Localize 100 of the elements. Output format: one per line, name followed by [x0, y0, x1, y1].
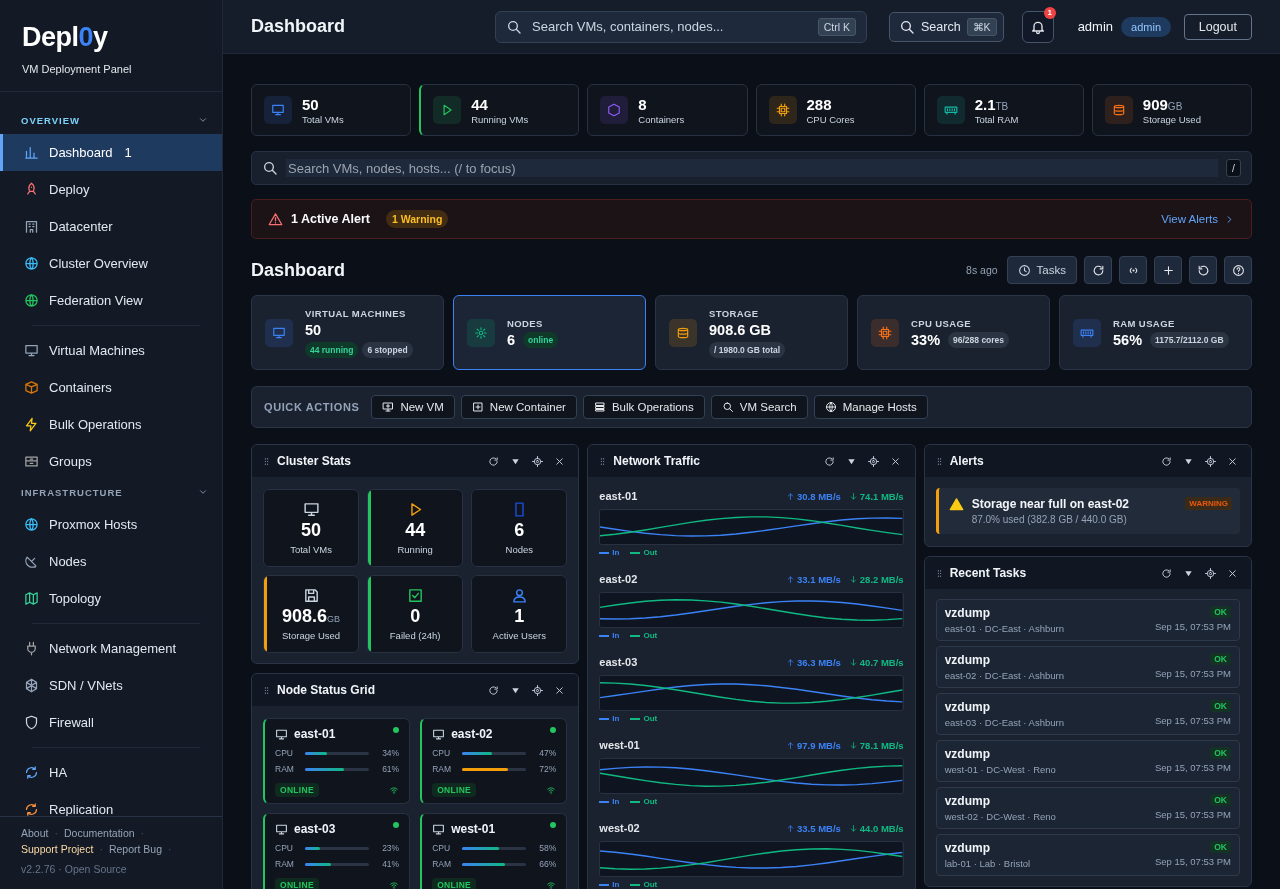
summary-card[interactable]: STORAGE 908.6 GB / 1980.0 GB total	[655, 295, 848, 370]
task-location: east-03 · DC-East · Ashburn	[944, 717, 1064, 728]
metric-label: CPU	[275, 843, 294, 853]
footer-link[interactable]: Documentation	[63, 827, 135, 839]
search-field[interactable]: Search VMs, containers, nodes... Ctrl K	[495, 10, 867, 43]
task-card[interactable]: vzdump lab-01 · Lab · Bristol OK Sep 15, 07:53 PM	[935, 834, 1240, 876]
action-button[interactable]: Manage Hosts	[813, 395, 928, 419]
tile-label: Storage Used	[282, 630, 341, 641]
tile-value: 6	[514, 520, 525, 541]
legend-label: Out	[643, 880, 658, 889]
help-button[interactable]	[1224, 256, 1252, 284]
task-card[interactable]: vzdump west-01 · DC-West · Reno OK Sep 15, 07:53 PM	[935, 740, 1240, 782]
status-badge: OK	[1210, 606, 1231, 618]
nav-item[interactable]: Virtual Machines	[0, 332, 222, 369]
tile-label: Total VMs	[290, 544, 332, 555]
task-card[interactable]: vzdump east-03 · DC-East · Ashburn OK Sep 15, 07:53 PM	[935, 693, 1240, 735]
logo: Depl0y	[22, 22, 108, 53]
bar-title: QUICK ACTIONS	[264, 401, 360, 413]
search-input[interactable]: Search VMs, containers, nodes...	[530, 18, 810, 35]
view-alerts-link[interactable]: View Alerts	[1161, 213, 1235, 225]
summary-card[interactable]: CPU USAGE 33% 96/288 cores	[857, 295, 1050, 370]
search-icon	[721, 401, 734, 413]
search-icon	[506, 18, 522, 35]
legend-label: In	[612, 548, 620, 557]
nav-item[interactable]: Deploy	[0, 171, 222, 208]
arrow-up-icon	[786, 740, 795, 750]
search-button[interactable]: Search ⌘K	[889, 11, 1004, 42]
notifications-button[interactable]: 1	[1021, 10, 1054, 43]
add-button[interactable]	[1154, 256, 1182, 284]
card-title: STORAGE	[709, 307, 760, 319]
outbound-rate: 28.2 MB/s	[848, 573, 904, 585]
metric-value: 23%	[381, 843, 400, 853]
monitor-icon	[272, 325, 286, 340]
monitor-plus-icon	[382, 401, 395, 413]
section-title: OVERVIEW	[21, 114, 81, 126]
legend-label: In	[612, 880, 620, 889]
search-field[interactable]: Search VMs, nodes, hosts... (/ to focus) /	[251, 151, 1252, 185]
broadcast-button[interactable]	[1119, 256, 1147, 284]
legend-line	[599, 800, 610, 803]
monitor-icon	[302, 501, 320, 518]
severity-badge: WARNING	[1185, 497, 1232, 510]
action-button[interactable]: VM Search	[710, 395, 808, 419]
nav-item[interactable]: Containers	[0, 369, 222, 406]
footer-link[interactable]: Report Bug	[108, 843, 162, 855]
metric-value: 34%	[381, 748, 400, 758]
nav-item[interactable]: Firewall	[0, 704, 222, 741]
action-button[interactable]: Bulk Operations	[582, 395, 705, 419]
node-name: west-01	[451, 822, 496, 836]
settings-icon	[1204, 567, 1216, 579]
rocket-icon	[24, 182, 39, 197]
inbound-rate: 97.9 MB/s	[786, 739, 841, 751]
refresh-button[interactable]	[1084, 256, 1112, 284]
status-badge: ONLINE	[275, 878, 319, 889]
nav-item[interactable]: SDN / VNets	[0, 667, 222, 704]
close-icon	[553, 684, 565, 696]
monitor-icon	[275, 727, 288, 741]
separator-dot: ·	[54, 827, 58, 839]
nav-item[interactable]: Federation View	[0, 282, 222, 319]
undo-button[interactable]	[1189, 256, 1217, 284]
outbound-rate: 78.1 MB/s	[848, 739, 904, 751]
tile-value: 1	[514, 606, 525, 627]
page-title: Dashboard	[251, 16, 347, 37]
widget-title: Alerts	[949, 454, 984, 468]
summary-card[interactable]: NODES 6 online	[453, 295, 646, 370]
logout-button[interactable]: Logout	[1183, 13, 1252, 40]
node-name: east-01	[294, 727, 336, 741]
stat-value: 2.1TB	[974, 95, 1010, 113]
arrow-up-icon	[786, 657, 795, 667]
nav-item[interactable]: HA	[0, 754, 222, 791]
refresh-icon	[1160, 567, 1172, 579]
nav-item[interactable]: Groups	[0, 443, 222, 480]
metric-label: RAM	[432, 764, 453, 774]
chip-icon	[775, 103, 790, 117]
summary-card[interactable]: RAM USAGE 56% 1175.7/2112.0 GB	[1059, 295, 1252, 370]
arrow-down-icon	[848, 740, 858, 750]
inbound-rate: 30.8 MB/s	[786, 490, 841, 502]
notification-count: 1	[1043, 6, 1056, 19]
summary-card[interactable]: VIRTUAL MACHINES 50 44 running 6 stopped	[251, 295, 444, 370]
nav-item[interactable]: Network Management	[0, 630, 222, 667]
footer-link[interactable]: About	[21, 827, 49, 839]
footer-link[interactable]: Support Project	[21, 843, 94, 855]
nav-item[interactable]: Nodes	[0, 543, 222, 580]
action-button[interactable]: New VM	[371, 395, 455, 419]
task-card[interactable]: vzdump west-02 · DC-West · Reno OK Sep 15, 07:53 PM	[935, 787, 1240, 829]
search-input[interactable]: Search VMs, nodes, hosts... (/ to focus)	[286, 159, 1219, 177]
widget-title: Node Status Grid	[277, 683, 375, 697]
task-card[interactable]: vzdump east-01 · DC-East · Ashburn OK Sep 15, 07:53 PM	[935, 599, 1240, 641]
nav-item[interactable]: Cluster Overview	[0, 245, 222, 282]
nav-item[interactable]: Dashboard 1	[0, 134, 222, 171]
action-button[interactable]: New Container	[460, 395, 577, 419]
nav-item[interactable]: Proxmox Hosts	[0, 506, 222, 543]
legend-line	[599, 634, 610, 637]
tasks-button[interactable]: Tasks	[1006, 256, 1077, 284]
role-badge: admin	[1121, 16, 1171, 37]
nav-item[interactable]: Topology	[0, 580, 222, 617]
nav-item[interactable]: Datacenter	[0, 208, 222, 245]
monitor-icon	[275, 822, 288, 836]
task-card[interactable]: vzdump east-02 · DC-East · Ashburn OK Sep 15, 07:53 PM	[935, 646, 1240, 688]
nav-item[interactable]: Bulk Operations	[0, 406, 222, 443]
nav-item[interactable]: Replication	[0, 791, 222, 816]
